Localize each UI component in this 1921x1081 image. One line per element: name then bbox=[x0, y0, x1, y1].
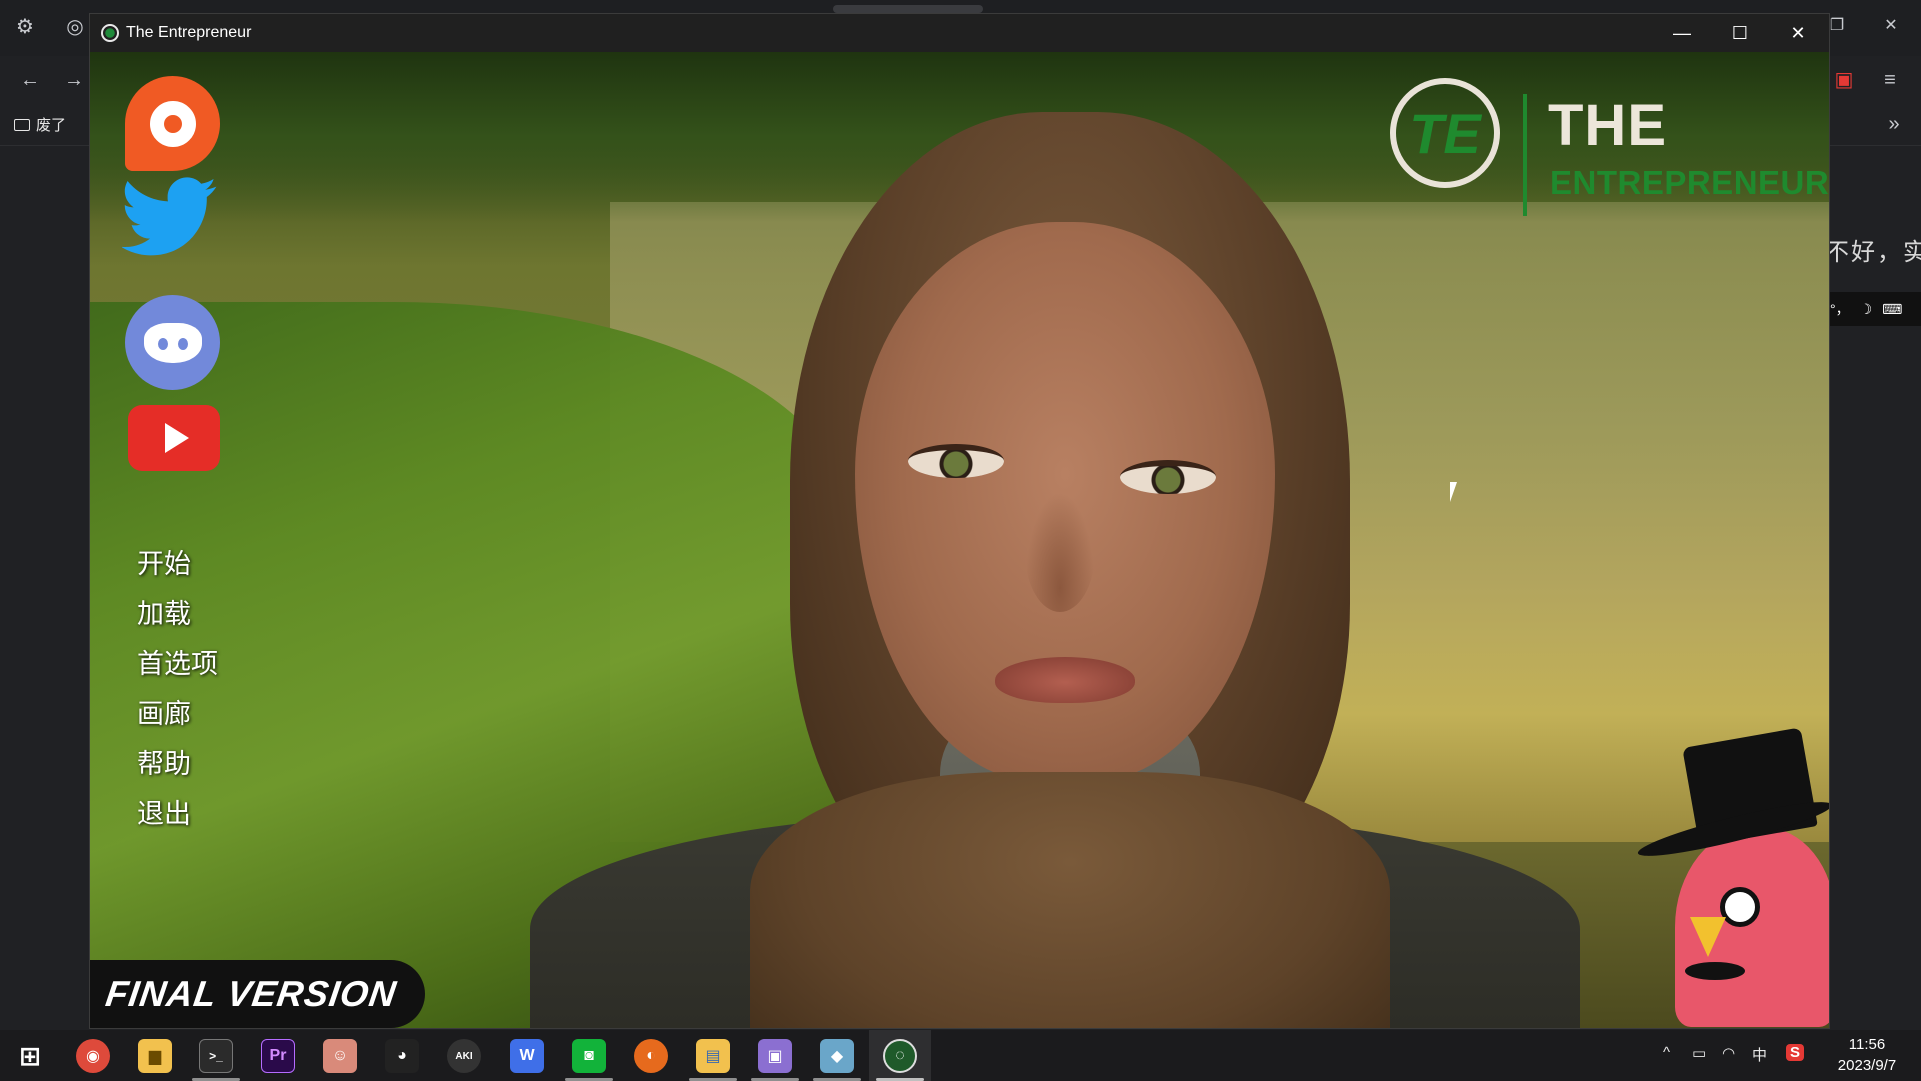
page-text-fragment: 不好，实 bbox=[1825, 239, 1921, 266]
premiere-icon[interactable]: Pr bbox=[261, 1039, 295, 1073]
settings-gear-icon[interactable]: ⚙ bbox=[11, 15, 39, 39]
main-menu: 开始 加载 首选项 画廊 帮助 退出 bbox=[137, 540, 218, 840]
youtube-play-icon bbox=[165, 423, 189, 453]
forward-arrow-icon[interactable]: → bbox=[60, 68, 88, 92]
battery-icon[interactable]: ▭ bbox=[1692, 1044, 1706, 1062]
discord-icon-mark bbox=[143, 322, 202, 363]
close-icon[interactable]: ✕ bbox=[1877, 14, 1905, 38]
mascot-monocle-eye bbox=[1720, 887, 1760, 927]
window-title: The Entrepreneur bbox=[126, 24, 252, 41]
twitter-bird-icon bbox=[122, 177, 217, 256]
desktop-mascot[interactable] bbox=[1635, 727, 1829, 1027]
patreon-icon[interactable] bbox=[125, 76, 220, 171]
ime-moon-icon[interactable]: ☽ bbox=[1860, 301, 1873, 318]
purple-app-icon[interactable]: ▣ bbox=[758, 1039, 792, 1073]
game-scene[interactable]: 开始 加载 首选项 画廊 帮助 退出 TE THE ENTREPRENEUR F… bbox=[90, 52, 1829, 1028]
minimize-button[interactable]: — bbox=[1653, 14, 1711, 52]
logo-emblem-text: TE bbox=[1409, 101, 1481, 165]
mascot-beak bbox=[1690, 917, 1726, 957]
discord-icon[interactable] bbox=[125, 295, 220, 390]
close-button[interactable]: ✕ bbox=[1769, 14, 1827, 52]
bookmark-folder[interactable]: 废了 bbox=[14, 114, 66, 135]
character-right-eye bbox=[1120, 460, 1216, 494]
game-window: The Entrepreneur — ☐ ✕ 开始 加载 首选项 画廊 帮助 退… bbox=[89, 13, 1830, 1029]
wifi-icon[interactable]: ◠ bbox=[1722, 1044, 1735, 1062]
menu-hamburger-icon[interactable]: ≡ bbox=[1876, 68, 1904, 92]
logo-emblem: TE bbox=[1390, 78, 1500, 188]
sogou-tray-icon[interactable]: S bbox=[1786, 1044, 1805, 1061]
window-titlebar[interactable]: The Entrepreneur — ☐ ✕ bbox=[90, 14, 1829, 52]
logo-line1: THE bbox=[1548, 93, 1667, 158]
logo-divider bbox=[1523, 94, 1527, 216]
aki-app-icon[interactable]: AKI bbox=[447, 1039, 481, 1073]
bookmark-label: 废了 bbox=[36, 117, 67, 134]
final-version-text: FINAL VERSION bbox=[103, 973, 400, 1014]
logo-line2: ENTREPRENEUR bbox=[1550, 164, 1829, 201]
terminal-icon[interactable]: >_ bbox=[199, 1039, 233, 1073]
character-left-eye bbox=[908, 444, 1004, 478]
ime-indicator[interactable]: 中 bbox=[1752, 1044, 1767, 1065]
more-bookmarks-chevron-icon[interactable]: » bbox=[1880, 112, 1908, 136]
clock[interactable]: 11:56 2023/9/7 bbox=[1822, 1034, 1912, 1076]
patreon-icon-mark bbox=[149, 100, 196, 147]
character-nose bbox=[1025, 492, 1095, 612]
back-arrow-icon[interactable]: ← bbox=[16, 68, 44, 92]
menu-item-gallery[interactable]: 画廊 bbox=[137, 690, 218, 740]
menu-item-load[interactable]: 加载 bbox=[137, 590, 218, 640]
extension-icon[interactable]: ▣ bbox=[1830, 68, 1858, 92]
app-icon bbox=[101, 24, 119, 42]
ime-punctuation[interactable]: °， bbox=[1830, 299, 1850, 319]
green-app-icon[interactable]: ◙ bbox=[572, 1039, 606, 1073]
folder-icon bbox=[14, 118, 30, 131]
w-app-icon[interactable]: W bbox=[510, 1039, 544, 1073]
blue-app-icon[interactable]: ◆ bbox=[820, 1039, 854, 1073]
menu-item-preferences[interactable]: 首选项 bbox=[137, 640, 218, 690]
clock-time: 11:56 bbox=[1848, 1036, 1886, 1053]
final-version-badge: FINAL VERSION bbox=[90, 960, 425, 1028]
game-app-icon[interactable]: ◌ bbox=[883, 1039, 917, 1073]
twitter-icon[interactable] bbox=[122, 174, 218, 260]
character-lips bbox=[995, 657, 1135, 703]
chrome-icon[interactable]: ◉ bbox=[76, 1039, 110, 1073]
start-windows-icon[interactable]: ⊞ bbox=[13, 1039, 47, 1073]
youtube-icon[interactable] bbox=[128, 405, 220, 471]
ime-keyboard-icon[interactable]: ⌨ bbox=[1882, 301, 1902, 318]
file-explorer-icon[interactable]: ▤ bbox=[696, 1039, 730, 1073]
maximize-button[interactable]: ☐ bbox=[1711, 14, 1769, 52]
clock-date: 2023/9/7 bbox=[1837, 1057, 1897, 1074]
tray-chevron-icon[interactable]: ^ bbox=[1663, 1044, 1670, 1061]
game-logo: TE THE ENTREPRENEUR bbox=[1390, 72, 1829, 216]
firefox-icon[interactable]: ◐ bbox=[634, 1039, 668, 1073]
qq-penguin-icon[interactable]: ◕ bbox=[385, 1039, 419, 1073]
taskbar: ⊞ ◉ ▆ >_ Pr ☺ ◕ AKI W ◙ ◐ ▤ ▣ ◆ ◌ ^ ▭ ◠ … bbox=[0, 1030, 1921, 1081]
tab-drag-handle[interactable] bbox=[833, 5, 983, 13]
menu-item-quit[interactable]: 退出 bbox=[137, 790, 218, 840]
mouse-cursor-icon bbox=[1450, 482, 1464, 502]
menu-item-start[interactable]: 开始 bbox=[137, 540, 218, 590]
menu-item-help[interactable]: 帮助 bbox=[137, 740, 218, 790]
character-scarf bbox=[750, 772, 1390, 1028]
globe-icon[interactable]: ◎ bbox=[61, 15, 89, 39]
mascot-mustache bbox=[1685, 962, 1745, 980]
anime-app-icon[interactable]: ☺ bbox=[323, 1039, 357, 1073]
folder-app-icon[interactable]: ▆ bbox=[138, 1039, 172, 1073]
